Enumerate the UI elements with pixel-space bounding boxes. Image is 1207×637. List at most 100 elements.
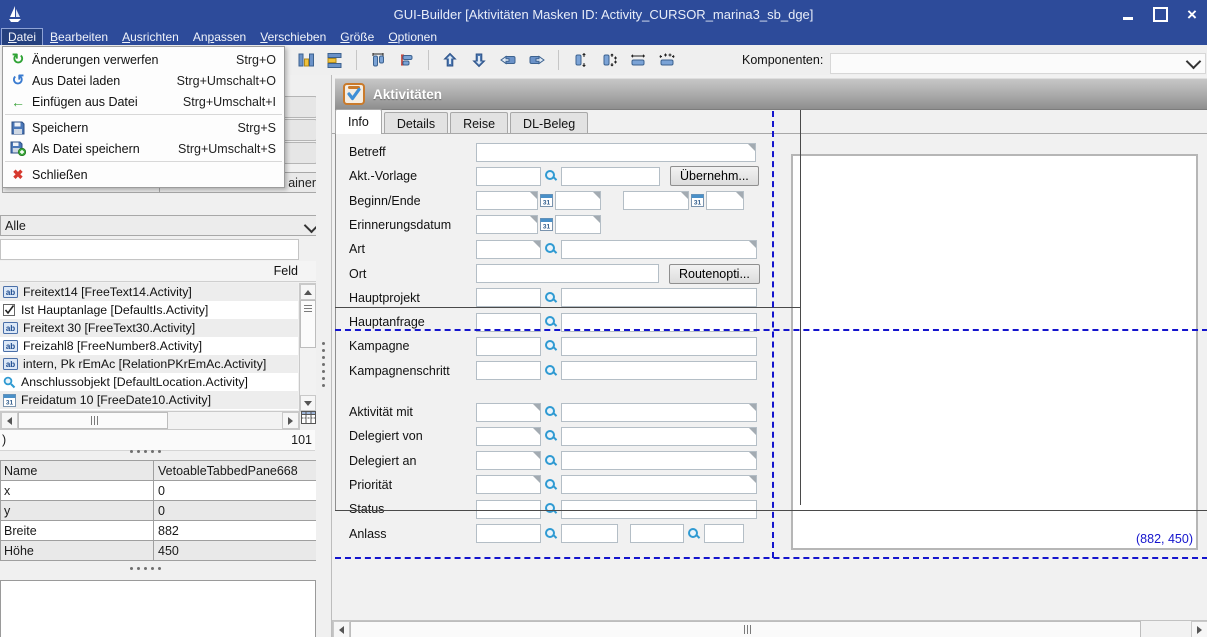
- text-input[interactable]: [476, 215, 538, 234]
- text-input[interactable]: [630, 524, 684, 543]
- table-view-icon[interactable]: [301, 411, 316, 427]
- field-list-item[interactable]: ab intern, Pk rEmAc [RelationPKrEmAc.Act…: [0, 355, 298, 373]
- lookup-search-icon[interactable]: [686, 525, 702, 542]
- lookup-search-icon[interactable]: [543, 525, 559, 542]
- field-list-horizontal-scrollbar[interactable]: [0, 411, 300, 430]
- menu-ausrichten[interactable]: Ausrichten: [116, 29, 185, 45]
- menu-bearbeiten[interactable]: Bearbeiten: [44, 29, 114, 45]
- text-input[interactable]: [561, 451, 757, 470]
- text-input[interactable]: [476, 475, 541, 494]
- scrollbar-thumb[interactable]: [350, 621, 1141, 637]
- scrollbar-thumb[interactable]: [18, 412, 168, 429]
- align-left-icon[interactable]: [397, 50, 417, 70]
- text-input[interactable]: [706, 191, 744, 210]
- property-value[interactable]: 450: [154, 541, 316, 560]
- text-input[interactable]: [561, 337, 757, 356]
- text-input[interactable]: [476, 451, 541, 470]
- vertical-splitter[interactable]: [316, 75, 331, 637]
- menu-item-einfügen-aus-datei[interactable]: ← Einfügen aus Datei Strg+Umschalt+I: [3, 91, 284, 112]
- komponenten-combobox[interactable]: [830, 53, 1206, 74]
- lookup-search-icon[interactable]: [543, 452, 559, 469]
- menu-item-aus-datei-laden[interactable]: ↺ Aus Datei laden Strg+Umschalt+O: [3, 70, 284, 91]
- menu-item-als-datei-speichern[interactable]: Als Datei speichern Strg+Umschalt+S: [3, 138, 284, 159]
- calendar-picker-icon[interactable]: 31: [540, 218, 553, 231]
- text-input[interactable]: [476, 191, 538, 210]
- scroll-left-button[interactable]: [1, 412, 18, 429]
- text-input[interactable]: [561, 361, 757, 380]
- canvas-horizontal-scrollbar[interactable]: [332, 620, 1207, 637]
- text-input[interactable]: [704, 524, 744, 543]
- menu-verschieben[interactable]: Verschieben: [254, 29, 332, 45]
- distribute-columns-icon[interactable]: [296, 50, 316, 70]
- text-input[interactable]: [561, 427, 757, 446]
- tab-info[interactable]: Info: [335, 109, 382, 134]
- text-input[interactable]: [476, 361, 541, 380]
- resize-width-grow-icon[interactable]: [657, 50, 677, 70]
- field-search-input[interactable]: [0, 239, 299, 260]
- placeholder-text-area[interactable]: (882, 450): [791, 154, 1198, 550]
- menu-anpassen[interactable]: Anpassen: [187, 29, 252, 45]
- lookup-search-icon[interactable]: [543, 362, 559, 379]
- field-list-item[interactable]: Anschlussobjekt [DefaultLocation.Activit…: [0, 373, 298, 391]
- form-button-übernehm[interactable]: Übernehm...: [670, 166, 759, 186]
- field-list-item[interactable]: ab Freitext 30 [FreeText30.Activity]: [0, 319, 298, 337]
- text-input[interactable]: [555, 215, 601, 234]
- menu-item-änderungen-verwerfen[interactable]: ↻ Änderungen verwerfen Strg+O: [3, 49, 284, 70]
- field-list-vertical-scrollbar[interactable]: [299, 283, 317, 412]
- field-filter-combobox[interactable]: Alle: [0, 215, 325, 236]
- text-input[interactable]: [476, 240, 541, 259]
- move-left-icon[interactable]: [498, 50, 518, 70]
- text-input[interactable]: [561, 240, 757, 259]
- lookup-search-icon[interactable]: [543, 338, 559, 355]
- text-input[interactable]: [476, 143, 756, 162]
- lookup-search-icon[interactable]: [543, 241, 559, 258]
- text-input[interactable]: [555, 191, 601, 210]
- scroll-right-button[interactable]: [1191, 621, 1207, 637]
- property-value[interactable]: 0: [154, 501, 316, 520]
- text-input[interactable]: [476, 288, 541, 307]
- scroll-left-button[interactable]: [333, 621, 350, 637]
- menu-gr-e[interactable]: Größe: [334, 29, 380, 45]
- field-column-header[interactable]: Feld: [0, 261, 354, 282]
- lookup-search-icon[interactable]: [543, 289, 559, 306]
- menu-item-schließen[interactable]: ✖ Schließen: [3, 164, 284, 185]
- close-button[interactable]: ×: [1183, 5, 1201, 23]
- text-input[interactable]: [561, 167, 660, 186]
- minimize-button[interactable]: [1119, 5, 1137, 23]
- menu-optionen[interactable]: Optionen: [382, 29, 443, 45]
- property-value[interactable]: 882: [154, 521, 316, 540]
- move-down-icon[interactable]: [469, 50, 489, 70]
- field-list-item[interactable]: 31 Freidatum 10 [FreeDate10.Activity]: [0, 391, 298, 409]
- resize-width-icon[interactable]: [628, 50, 648, 70]
- field-list-item[interactable]: ab Freitext14 [FreeText14.Activity]: [0, 283, 298, 301]
- field-list-item[interactable]: ab Freizahl8 [FreeNumber8.Activity]: [0, 337, 298, 355]
- panel-drag-handle[interactable]: [130, 567, 161, 570]
- text-input[interactable]: [476, 524, 541, 543]
- text-input[interactable]: [476, 403, 541, 422]
- property-value[interactable]: VetoableTabbedPane668: [154, 461, 316, 480]
- move-right-icon[interactable]: [527, 50, 547, 70]
- form-button-routenopti[interactable]: Routenopti...: [669, 264, 760, 284]
- lookup-search-icon[interactable]: [543, 404, 559, 421]
- calendar-picker-icon[interactable]: 31: [540, 194, 553, 207]
- text-input[interactable]: [623, 191, 689, 210]
- text-input[interactable]: [561, 475, 757, 494]
- scroll-right-button[interactable]: [282, 412, 299, 429]
- tab-details[interactable]: Details: [384, 112, 448, 134]
- move-up-icon[interactable]: [440, 50, 460, 70]
- lookup-search-icon[interactable]: [543, 428, 559, 445]
- panel-drag-handle[interactable]: [130, 450, 161, 453]
- scroll-up-button[interactable]: [300, 284, 316, 300]
- tab-dl-beleg[interactable]: DL-Beleg: [510, 112, 588, 134]
- text-input[interactable]: [561, 403, 757, 422]
- field-list-item[interactable]: Ist Hauptanlage [DefaultIs.Activity]: [0, 301, 298, 319]
- splitter-drag-handle[interactable]: [322, 342, 325, 387]
- resize-height-icon[interactable]: [570, 50, 590, 70]
- align-top-icon[interactable]: [368, 50, 388, 70]
- lookup-search-icon[interactable]: [543, 476, 559, 493]
- distribute-rows-icon[interactable]: [325, 50, 345, 70]
- text-input[interactable]: [476, 264, 659, 283]
- scroll-down-button[interactable]: [300, 395, 316, 411]
- menu-item-speichern[interactable]: Speichern Strg+S: [3, 117, 284, 138]
- calendar-picker-icon[interactable]: 31: [691, 194, 704, 207]
